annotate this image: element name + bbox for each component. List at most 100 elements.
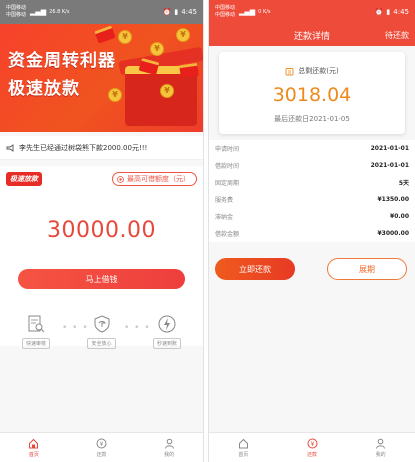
status-bar: 中国移动 中国移动 ▂▄▆ 0 K/s ⏰ ▮ 4:45 xyxy=(209,0,415,24)
detail-row: 申请时间 2021-01-01 xyxy=(215,140,409,157)
carrier-info: 中国移动 中国移动 xyxy=(215,5,235,19)
alarm-icon: ⏰ xyxy=(162,8,172,16)
detail-row: 借款金额 ¥3000.00 xyxy=(215,225,409,242)
status-bar: 中国移动 中国移动 ▂▄▆ 26.8 K/s ⏰ ▮ 4:45 xyxy=(0,0,203,24)
repayment-detail-screen: 中国移动 中国移动 ▂▄▆ 0 K/s ⏰ ▮ 4:45 还款详情 待还款 总剩… xyxy=(208,0,415,462)
signal-icon: ▂▄▆ xyxy=(30,8,47,16)
borrow-now-button[interactable]: 马上借钱 xyxy=(18,269,185,289)
alarm-icon: ⏰ xyxy=(374,8,384,16)
repay-summary-card: 总剩还款(元) 3018.04 最后还款日2021-01-05 xyxy=(219,52,405,134)
feature-steps: 快速审核 安全放心 秒速到账 xyxy=(0,314,203,349)
tab-home[interactable]: 首页 xyxy=(0,433,68,462)
detail-value: ¥0.00 xyxy=(390,213,409,220)
due-date: 最后还款日2021-01-05 xyxy=(274,115,350,123)
status-right: ⏰ ▮ 4:45 xyxy=(163,8,197,16)
tab-home[interactable]: 首页 xyxy=(209,433,278,462)
step-label: 秒速到账 xyxy=(152,338,181,349)
loan-card: 极速放款 最高可借额度（元） 30000.00 马上借钱 • • • • • • xyxy=(0,166,203,349)
lightning-icon xyxy=(158,315,176,333)
step-fast-review: 快速审核 xyxy=(18,314,54,349)
max-quota-badge: 最高可借额度（元） xyxy=(112,172,197,186)
detail-value: 2021-01-01 xyxy=(370,145,409,152)
banner-subtitle: 极速放款 xyxy=(8,79,80,99)
target-icon xyxy=(117,175,124,183)
max-quota-label: 最高可借额度（元） xyxy=(127,175,190,183)
detail-label: 滞纳金 xyxy=(215,214,234,221)
status-right: ⏰ ▮ 4:45 xyxy=(375,8,409,16)
document-search-icon xyxy=(28,315,45,333)
detail-label: 服务费 xyxy=(215,197,234,204)
svg-text:¥: ¥ xyxy=(100,440,104,447)
screenshot-canvas: 中国移动 中国移动 ▂▄▆ 26.8 K/s ⏰ ▮ 4:45 资金周转利器 极… xyxy=(0,0,415,462)
promo-banner[interactable]: 资金周转利器 极速放款 ¥ ¥ ¥ ¥ ¥ xyxy=(0,24,203,132)
coin-icon: ¥ xyxy=(150,42,164,56)
tab-label: 首页 xyxy=(28,451,39,458)
megaphone-icon xyxy=(6,143,14,152)
detail-label: 借款时间 xyxy=(215,163,240,170)
total-remaining-amount: 3018.04 xyxy=(272,84,352,106)
carrier-1: 中国移动 xyxy=(6,5,27,11)
net-speed: 0 K/s xyxy=(258,9,271,15)
detail-row: 借款时间 2021-01-01 xyxy=(215,157,409,174)
detail-value: 5天 xyxy=(398,180,409,187)
tab-label: 还款 xyxy=(307,451,318,458)
action-buttons: 立即还款 展期 xyxy=(215,258,407,280)
fast-loan-tag: 极速放款 xyxy=(6,172,42,186)
coin-icon: ¥ xyxy=(160,84,174,98)
bottom-tab-bar: 首页 ¥ 还款 我的 xyxy=(209,432,415,462)
tab-repay[interactable]: ¥ 还款 xyxy=(68,433,136,462)
banner-title: 资金周转利器 xyxy=(8,51,116,71)
step-safe: 安全放心 xyxy=(84,314,120,349)
repay-icon: ¥ xyxy=(96,438,107,448)
battery-icon: ▮ xyxy=(174,8,179,16)
total-remaining-label: 总剩还款(元) xyxy=(298,67,339,75)
repay-icon: ¥ xyxy=(307,438,317,448)
status-time: 4:45 xyxy=(393,8,409,16)
red-envelope-icon xyxy=(179,62,199,79)
detail-value: ¥1350.00 xyxy=(377,196,409,203)
notice-text: 李先生已经通过树袋熊下款2000.00元!!! xyxy=(19,143,148,152)
bottom-tab-bar: 首页 ¥ 还款 我的 xyxy=(0,432,203,462)
home-icon xyxy=(29,438,39,448)
wallet-icon xyxy=(285,67,294,75)
step-label: 快速审核 xyxy=(21,338,50,349)
detail-row: 服务费 ¥1350.00 xyxy=(215,191,409,208)
coin-icon: ¥ xyxy=(176,28,190,42)
carrier-1: 中国移动 xyxy=(215,5,236,11)
page-title: 还款详情 xyxy=(293,31,330,42)
tab-label: 首页 xyxy=(238,451,249,458)
detail-value: ¥3000.00 xyxy=(377,230,409,237)
detail-label: 申请时间 xyxy=(215,146,240,153)
detail-row: 固定周期 5天 xyxy=(215,174,409,191)
coin-icon: ¥ xyxy=(118,30,132,44)
home-icon xyxy=(238,438,248,448)
extend-button[interactable]: 展期 xyxy=(327,258,407,280)
detail-value: 2021-01-01 xyxy=(370,162,409,169)
tab-repay[interactable]: ¥ 还款 xyxy=(278,433,347,462)
carrier-2: 中国移动 xyxy=(6,12,27,18)
red-envelope-icon xyxy=(94,25,116,44)
summary-header: 总剩还款(元) xyxy=(219,66,405,76)
signal-icon: ▂▄▆ xyxy=(239,8,256,16)
tab-label: 我的 xyxy=(164,451,175,458)
svg-text:¥: ¥ xyxy=(310,440,314,447)
tab-mine[interactable]: 我的 xyxy=(135,433,203,462)
detail-label: 固定周期 xyxy=(215,180,240,187)
loan-details-list: 申请时间 2021-01-01 借款时间 2021-01-01 固定周期 5天 … xyxy=(209,140,415,242)
status-time: 4:45 xyxy=(181,8,197,16)
user-icon xyxy=(376,438,386,449)
detail-row: 滞纳金 ¥0.00 xyxy=(215,208,409,225)
pending-repay-link[interactable]: 待还款 xyxy=(385,30,409,41)
step-label: 安全放心 xyxy=(87,338,116,349)
home-screen: 中国移动 中国移动 ▂▄▆ 26.8 K/s ⏰ ▮ 4:45 资金周转利器 极… xyxy=(0,0,204,462)
nav-bar: 还款详情 待还款 xyxy=(209,24,415,46)
detail-label: 借款金额 xyxy=(215,231,240,238)
tab-mine[interactable]: 我的 xyxy=(346,433,415,462)
tab-label: 还款 xyxy=(96,451,107,458)
repay-now-button[interactable]: 立即还款 xyxy=(215,258,295,280)
coin-icon: ¥ xyxy=(108,88,122,102)
carrier-info: 中国移动 中国移动 xyxy=(6,5,26,19)
tab-label: 我的 xyxy=(375,451,386,458)
net-speed: 26.8 K/s xyxy=(49,9,70,15)
notice-bar: 李先生已经通过树袋熊下款2000.00元!!! xyxy=(0,136,203,160)
